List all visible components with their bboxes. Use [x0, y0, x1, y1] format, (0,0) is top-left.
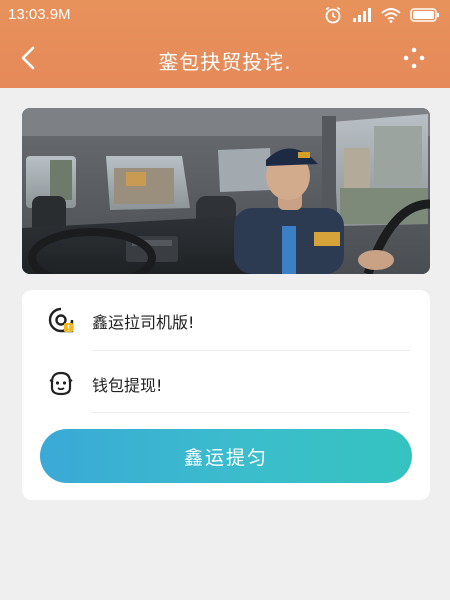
driver-in-truck-cab-photo: [22, 108, 430, 274]
signal-icon: [352, 7, 372, 23]
banner-image: [22, 108, 430, 274]
menu-card: 鑫运拉司机版! 钱包提现! 鑫运提匀: [22, 290, 430, 500]
menu-item-label: 鑫运拉司机版!: [92, 313, 195, 332]
wallet-face-icon: [48, 370, 74, 396]
primary-action-button[interactable]: 鑫运提匀: [40, 429, 412, 483]
wifi-icon: [381, 7, 401, 23]
divider: [92, 412, 410, 413]
status-time: 13:03.9M: [8, 6, 71, 23]
more-dots-icon: [402, 46, 426, 74]
more-button[interactable]: [398, 44, 430, 76]
status-bar: 13:03.9M: [0, 0, 450, 30]
menu-item-driver-app[interactable]: 鑫运拉司机版!: [22, 290, 430, 350]
menu-item-wallet-withdraw[interactable]: 钱包提现!: [22, 353, 430, 413]
page-title: 銮包抉贸投诧.: [158, 50, 292, 74]
status-icons: [323, 5, 440, 25]
app-header: 13:03.9M 銮包抉贸投诧.: [0, 0, 450, 88]
title-bar: 銮包抉贸投诧.: [0, 40, 450, 80]
menu-item-label: 钱包提现!: [92, 376, 163, 395]
alarm-icon: [323, 5, 343, 25]
driver-app-icon: [48, 307, 74, 333]
battery-icon: [410, 7, 440, 23]
divider: [92, 350, 410, 351]
